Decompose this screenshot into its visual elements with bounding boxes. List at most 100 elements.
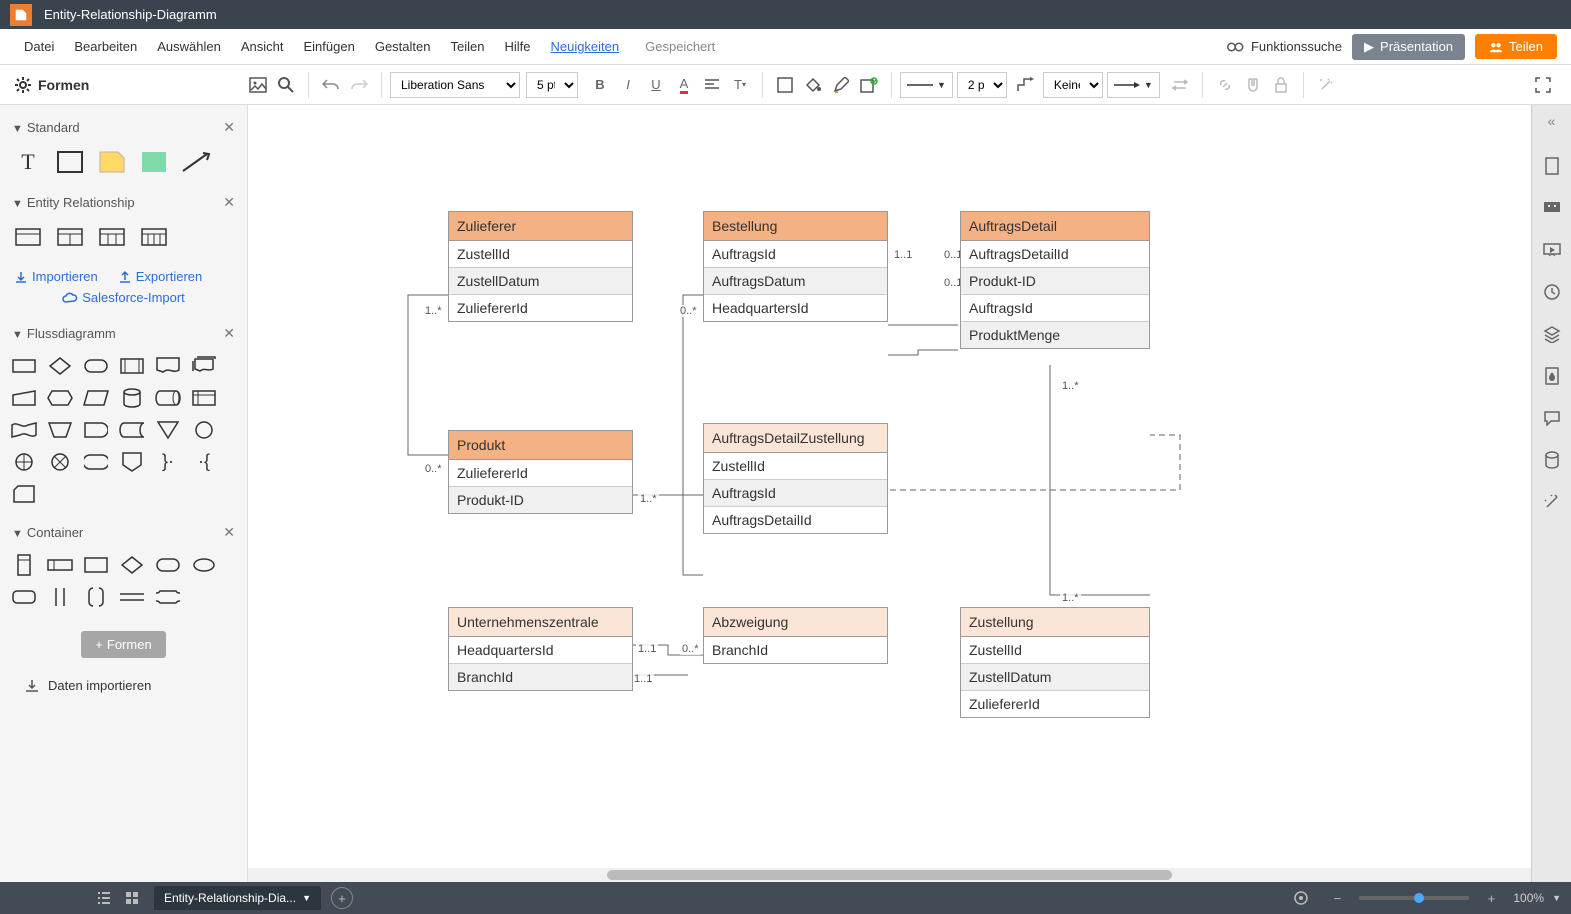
ct-10[interactable]: [118, 585, 146, 609]
close-icon[interactable]: ✕: [223, 325, 235, 342]
note-shape[interactable]: [94, 148, 130, 176]
fc-delay[interactable]: [82, 418, 110, 442]
pencil-icon[interactable]: [827, 71, 855, 99]
fc-papertape[interactable]: [10, 418, 38, 442]
entity-abzweigung[interactable]: Abzweigung BranchId: [703, 607, 888, 664]
entity-auftragsdetailzustellung[interactable]: AuftragsDetailZustellung ZustellId Auftr…: [703, 423, 888, 534]
block-shape[interactable]: [136, 148, 172, 176]
text-shape[interactable]: T: [10, 148, 46, 176]
fc-preparation[interactable]: [46, 386, 74, 410]
zoom-slider[interactable]: [1359, 896, 1469, 900]
search-icon[interactable]: [272, 71, 300, 99]
entity-zulieferer[interactable]: Zulieferer ZustellId ZustellDatum Zulief…: [448, 211, 633, 322]
function-search[interactable]: Funktionssuche: [1227, 39, 1342, 54]
document-title[interactable]: Entity-Relationship-Diagramm: [44, 7, 217, 22]
swap-ends-icon[interactable]: [1166, 71, 1194, 99]
redo-icon[interactable]: [345, 71, 373, 99]
fc-collate[interactable]: [82, 450, 110, 474]
entity-bestellung[interactable]: Bestellung AuftragsId AuftragsDatum Head…: [703, 211, 888, 322]
add-page-button[interactable]: +: [331, 887, 353, 909]
menu-bearbeiten[interactable]: Bearbeiten: [64, 39, 147, 54]
fc-sumjunction[interactable]: [46, 450, 74, 474]
text-options-icon[interactable]: T▾: [726, 71, 754, 99]
font-family-select[interactable]: Liberation Sans: [390, 72, 520, 98]
collapse-dock-icon[interactable]: «: [1548, 113, 1556, 129]
font-size-select[interactable]: 5 pt: [526, 72, 578, 98]
ct-4[interactable]: [118, 553, 146, 577]
target-icon[interactable]: [1287, 890, 1315, 906]
line-style-select[interactable]: ▼: [900, 72, 953, 98]
fill-icon[interactable]: [799, 71, 827, 99]
entity-unternehmenszentrale[interactable]: Unternehmenszentrale HeadquartersId Bran…: [448, 607, 633, 691]
chat-icon[interactable]: [1539, 405, 1565, 431]
import-link[interactable]: Importieren: [14, 269, 98, 284]
ct-11[interactable]: [154, 585, 182, 609]
entity-produkt[interactable]: Produkt ZuliefererId Produkt-ID: [448, 430, 633, 514]
border-icon[interactable]: [771, 71, 799, 99]
fc-terminator[interactable]: [82, 354, 110, 378]
present-icon[interactable]: [1539, 237, 1565, 263]
ct-7[interactable]: [10, 585, 38, 609]
horizontal-scrollbar[interactable]: [248, 868, 1531, 882]
fc-directdata[interactable]: [154, 386, 182, 410]
section-entity-relationship[interactable]: ▼Entity Relationship ✕: [10, 188, 237, 217]
close-icon[interactable]: ✕: [223, 194, 235, 211]
app-logo-icon[interactable]: [10, 4, 32, 26]
fc-or[interactable]: [10, 450, 38, 474]
close-icon[interactable]: ✕: [223, 119, 235, 136]
align-icon[interactable]: [698, 71, 726, 99]
fc-storeddata[interactable]: [118, 418, 146, 442]
salesforce-import-link[interactable]: Salesforce-Import: [62, 290, 185, 305]
underline-icon[interactable]: U: [642, 71, 670, 99]
magic-icon[interactable]: [1539, 489, 1565, 515]
link-icon[interactable]: [1211, 71, 1239, 99]
shapes-button[interactable]: + Formen: [81, 631, 165, 658]
ct-8[interactable]: [46, 585, 74, 609]
ct-2[interactable]: [46, 553, 74, 577]
fc-database[interactable]: [118, 386, 146, 410]
fullscreen-icon[interactable]: [1529, 71, 1557, 99]
menu-neuigkeiten[interactable]: Neuigkeiten: [540, 39, 629, 54]
menu-einfuegen[interactable]: Einfügen: [294, 39, 365, 54]
presentation-button[interactable]: ▶ Präsentation: [1352, 34, 1465, 60]
page-tab[interactable]: Entity-Relationship-Dia... ▼: [154, 886, 321, 910]
menu-hilfe[interactable]: Hilfe: [494, 39, 540, 54]
fc-internalstorage[interactable]: [190, 386, 218, 410]
lock-icon[interactable]: [1267, 71, 1295, 99]
close-icon[interactable]: ✕: [223, 524, 235, 541]
grid-view-icon[interactable]: [118, 891, 146, 905]
entity-zustellung[interactable]: Zustellung ZustellId ZustellDatum Zulief…: [960, 607, 1150, 718]
menu-ansicht[interactable]: Ansicht: [231, 39, 294, 54]
fc-decision[interactable]: [46, 354, 74, 378]
fc-card[interactable]: [10, 482, 38, 506]
menu-auswaehlen[interactable]: Auswählen: [147, 39, 231, 54]
text-color-icon[interactable]: A: [670, 71, 698, 99]
fc-connector[interactable]: [190, 418, 218, 442]
layers-icon[interactable]: [1539, 321, 1565, 347]
ct-6[interactable]: [190, 553, 218, 577]
page-icon[interactable]: [1539, 153, 1565, 179]
fc-manualinput[interactable]: [10, 386, 38, 410]
italic-icon[interactable]: I: [614, 71, 642, 99]
line-start-select[interactable]: Keine: [1043, 72, 1103, 98]
fc-manualop[interactable]: [46, 418, 74, 442]
section-standard[interactable]: ▼Standard ✕: [10, 113, 237, 142]
fc-bracket-open[interactable]: ·{: [190, 450, 218, 474]
db-icon[interactable]: [1539, 447, 1565, 473]
line-width-select[interactable]: 2 px: [957, 72, 1007, 98]
fc-process[interactable]: [10, 354, 38, 378]
line-type-icon[interactable]: [1011, 71, 1039, 99]
fc-multidoc[interactable]: [190, 354, 218, 378]
ct-1[interactable]: [10, 553, 38, 577]
shapes-panel-toggle[interactable]: Formen: [14, 76, 89, 94]
fc-offpage[interactable]: [118, 450, 146, 474]
arrow-shape[interactable]: [178, 148, 214, 176]
line-end-select[interactable]: ▼: [1107, 72, 1160, 98]
import-data-link[interactable]: Daten importieren: [10, 668, 237, 704]
er-shape-2[interactable]: [52, 223, 88, 251]
drop-icon[interactable]: [1539, 363, 1565, 389]
shape-options-icon[interactable]: [855, 71, 883, 99]
menu-teilen[interactable]: Teilen: [440, 39, 494, 54]
export-link[interactable]: Exportieren: [118, 269, 202, 284]
menu-datei[interactable]: Datei: [14, 39, 64, 54]
